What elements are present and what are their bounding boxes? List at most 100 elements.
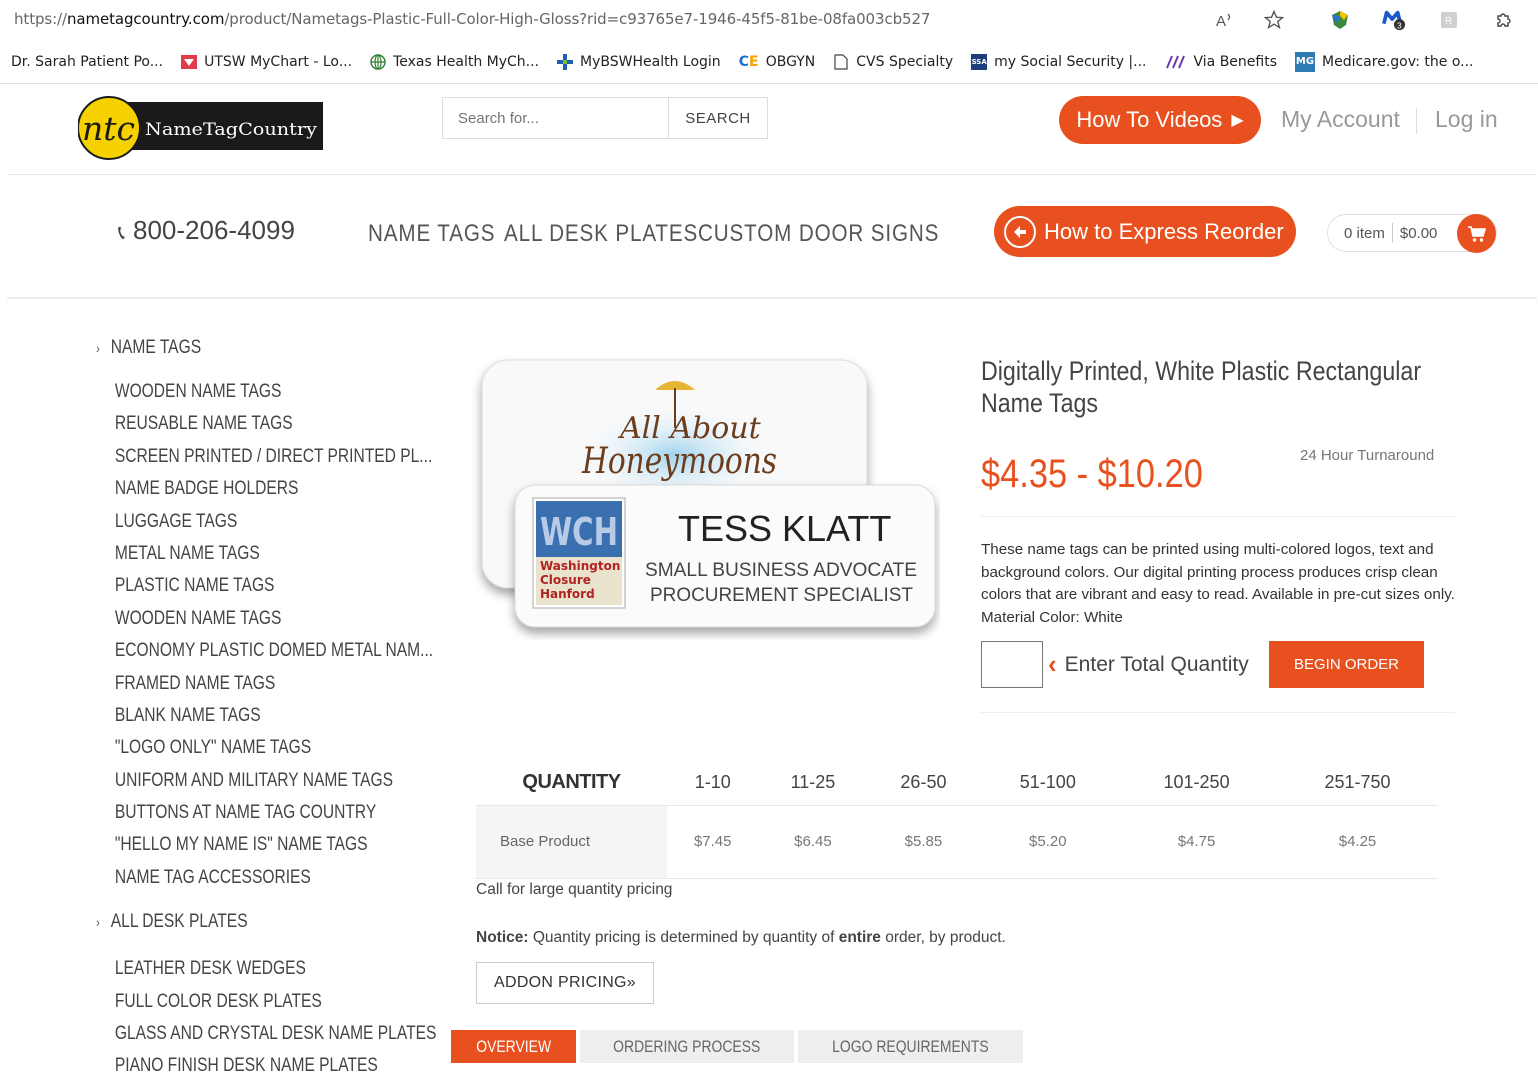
bookmark-0[interactable]: Dr. Sarah Patient Po... [11, 54, 163, 70]
tab-logo-requirements[interactable]: LOGO REQUIREMENTS [797, 1030, 1023, 1063]
globe-icon [370, 53, 386, 70]
product-price-range: $4.35 - $10.20 [981, 452, 1203, 496]
tab-ordering-process[interactable]: ORDERING PROCESS [580, 1030, 794, 1063]
sidebar-item[interactable]: NAME BADGE HOLDERS [96, 473, 350, 505]
bookmark-label: Dr. Sarah Patient Po... [11, 53, 164, 70]
sidebar-item[interactable]: FRAMED NAME TAGS [96, 668, 350, 700]
play-icon: ▶ [1231, 112, 1244, 129]
sidebar-heading-name-tags[interactable]: › NAME TAGS [96, 336, 350, 360]
bookmark-6[interactable]: SSA my Social Security |... [971, 53, 1147, 70]
sidebar-group-desk-plates: LEATHER DESK WEDGES FULL COLOR DESK PLATE… [96, 953, 437, 1083]
sidebar-item[interactable]: WOODEN NAME TAGS [96, 376, 350, 408]
price-cell: $7.45 [667, 804, 759, 879]
quantity-pricing-table: QUANTITY 1-10 11-25 26-50 51-100 101-250… [476, 760, 1438, 879]
quantity-input[interactable] [981, 641, 1043, 688]
cart-icon[interactable] [1457, 214, 1496, 253]
sidebar-heading-all-desk-plates[interactable]: › ALL DESK PLATES [96, 910, 350, 934]
sidebar-item[interactable]: "HELLO MY NAME IS" NAME TAGS [96, 829, 368, 861]
log-in-link[interactable]: Log in [1435, 106, 1498, 133]
sidebar-item[interactable]: "LOGO ONLY" NAME TAGS [96, 732, 350, 764]
sidebar-item[interactable]: LEATHER DESK WEDGES [96, 953, 350, 985]
bookmark-2[interactable]: Texas Health MyCh... [370, 54, 539, 70]
phone-number[interactable]: 📞︎ 800-206-4099 [118, 215, 295, 246]
phone-text: 800-206-4099 [133, 215, 295, 245]
bookmark-4[interactable]: C E OBGYN [739, 54, 816, 70]
express-reorder-label: How to Express Reorder [1044, 218, 1284, 244]
sidebar-item[interactable]: FULL COLOR DESK PLATES [96, 986, 350, 1018]
search-input[interactable] [443, 98, 669, 138]
site-logo[interactable]: ntc NameTagCountry [77, 96, 323, 160]
sidebar-item[interactable]: BLANK NAME TAGS [96, 700, 350, 732]
front-tag-logo-sub1: Washington [540, 559, 620, 573]
cart-widget[interactable]: 0 item $0.00 [1327, 214, 1497, 253]
notice-text: Quantity pricing is determined by quanti… [528, 929, 839, 946]
read-aloud-icon[interactable]: A [1213, 8, 1237, 32]
sidebar-item[interactable]: NAME TAG ACCESSORIES [96, 862, 350, 894]
via-icon [1165, 54, 1187, 70]
product-tabs: OVERVIEW ORDERING PROCESS LOGO REQUIREME… [451, 1030, 1027, 1063]
extension-badge: 3 [1397, 20, 1402, 30]
addon-pricing-button[interactable]: ADDON PRICING» [476, 962, 654, 1004]
svg-text:A: A [1216, 13, 1226, 29]
bookmark-label: Texas Health MyCh... [393, 53, 540, 70]
large-quantity-note: Call for large quantity pricing [476, 881, 673, 898]
search-button[interactable]: SEARCH [669, 98, 767, 138]
cart-total: $0.00 [1399, 224, 1438, 242]
order-divider [981, 712, 1455, 713]
sidebar-item[interactable]: PLASTIC NAME TAGS [96, 570, 350, 602]
sidebar-item[interactable]: WOODEN NAME TAGS [96, 603, 350, 635]
product-title-line1: Digitally Printed, White Plastic Rectang… [981, 356, 1422, 386]
my-account-link[interactable]: My Account [1281, 106, 1400, 133]
tab-overview[interactable]: OVERVIEW [451, 1030, 577, 1063]
sidebar-item[interactable]: REUSABLE NAME TAGS [96, 408, 350, 440]
bsw-icon [557, 53, 574, 70]
extension-puzzle-gray-icon[interactable]: R [1437, 8, 1461, 32]
price-cell: $4.25 [1277, 804, 1438, 879]
malwarebytes-extension-icon[interactable]: 3 [1382, 8, 1406, 32]
bookmark-7[interactable]: Via Benefits [1165, 54, 1277, 70]
back-tag-logo-line2: Honeymoons [581, 441, 777, 482]
tier-header: 1-10 [694, 771, 731, 792]
product-image[interactable]: All About Honeymoons WCH Washington Clos… [470, 355, 940, 640]
express-reorder-button[interactable]: How to Express Reorder [994, 206, 1296, 257]
browser-address-bar[interactable]: https://nametagcountry.com/product/Namet… [0, 0, 1538, 40]
url-text[interactable]: https://nametagcountry.com/product/Namet… [14, 10, 930, 28]
sidebar-item[interactable]: SCREEN PRINTED / DIRECT PRINTED PL... [96, 441, 432, 473]
bookmark-label: OBGYN [765, 53, 816, 70]
front-tag-logo-sub3: Hanford [540, 587, 595, 601]
sidebar-item[interactable]: LUGGAGE TAGS [96, 506, 350, 538]
bookmark-3[interactable]: MyBSWHealth Login [557, 53, 721, 70]
sidebar-item[interactable]: UNIFORM AND MILITARY NAME TAGS [96, 765, 393, 797]
medicare-icon: MG [1295, 51, 1315, 72]
reorder-icon [1004, 215, 1036, 248]
bookmark-5[interactable]: CVS Specialty [833, 54, 953, 70]
sidebar-item[interactable]: GLASS AND CRYSTAL DESK NAME PLATES [96, 1018, 437, 1050]
url-prefix: https:// [14, 10, 67, 28]
extensions-icon[interactable] [1491, 8, 1515, 32]
product-title: Digitally Printed, White Plastic Rectang… [981, 355, 1422, 419]
chevron-right-icon: › [96, 340, 100, 356]
nav-all-desk-plates[interactable]: ALL DESK PLATES [504, 220, 698, 248]
price-cell: $4.75 [1116, 804, 1278, 879]
bookmark-1[interactable]: UTSW MyChart - Lo... [181, 54, 352, 70]
favorite-star-icon[interactable] [1262, 8, 1286, 32]
sidebar-item[interactable]: PIANO FINISH DESK NAME PLATES [96, 1050, 378, 1082]
quantity-prompt: ‹ Enter Total Quantity [1048, 649, 1249, 680]
how-to-videos-label: How To Videos [1076, 107, 1223, 132]
begin-order-button[interactable]: BEGIN ORDER [1269, 641, 1424, 688]
front-tag-title2: PROCUREMENT SPECIALIST [650, 585, 913, 606]
bookmarks-bar: Dr. Sarah Patient Po... UTSW MyChart - L… [0, 40, 1538, 84]
nav-name-tags[interactable]: NAME TAGS [368, 220, 495, 248]
shield-extension-icon[interactable] [1328, 8, 1352, 32]
sidebar-heading-label: ALL DESK PLATES [110, 911, 248, 933]
nav-custom-door-signs[interactable]: CUSTOM DOOR SIGNS [698, 220, 939, 248]
price-cell: $5.85 [867, 804, 980, 879]
bookmark-8[interactable]: MG Medicare.gov: the o... [1295, 51, 1474, 72]
sidebar-item[interactable]: ECONOMY PLASTIC DOMED METAL NAM... [96, 635, 433, 667]
sidebar-item[interactable]: METAL NAME TAGS [96, 538, 350, 570]
how-to-videos-button[interactable]: How To Videos ▶ [1059, 96, 1261, 144]
logo-mark: ntc [82, 109, 135, 148]
tier-header: 101-250 [1163, 771, 1230, 792]
row-label: Base Product [476, 804, 667, 879]
sidebar-item[interactable]: BUTTONS AT NAME TAG COUNTRY [96, 797, 376, 829]
